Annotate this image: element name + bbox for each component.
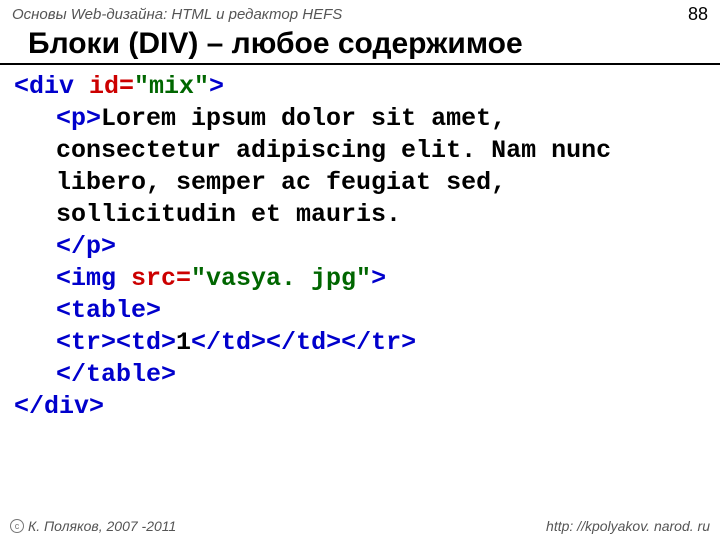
code-line: sollicitudin et mauris. <box>14 199 708 231</box>
code-line: <tr><td>1</td></td></tr> <box>14 327 708 359</box>
copyright: c К. Поляков, 2007 -2011 <box>10 518 176 534</box>
slide-header: Основы Web-дизайна: HTML и редактор HEFS… <box>0 0 720 27</box>
slide-footer: c К. Поляков, 2007 -2011 http: //kpolyak… <box>0 514 720 540</box>
title-block: Блоки (DIV) – любое содержимое <box>0 27 720 65</box>
copyright-icon: c <box>10 519 24 533</box>
code-line: </div> <box>14 391 708 423</box>
code-line: </table> <box>14 359 708 391</box>
breadcrumb: Основы Web-дизайна: HTML и редактор HEFS <box>12 6 342 23</box>
footer-url: http: //kpolyakov. narod. ru <box>546 518 710 534</box>
code-line: <img src="vasya. jpg"> <box>14 263 708 295</box>
page-number: 88 <box>688 4 708 25</box>
code-line: <p>Lorem ipsum dolor sit amet, <box>14 103 708 135</box>
copyright-text: К. Поляков, 2007 -2011 <box>28 518 176 534</box>
code-line: <table> <box>14 295 708 327</box>
code-line: </p> <box>14 231 708 263</box>
code-line: consectetur adipiscing elit. Nam nunc <box>14 135 708 167</box>
code-line: libero, semper ac feugiat sed, <box>14 167 708 199</box>
slide-title: Блоки (DIV) – любое содержимое <box>28 27 708 61</box>
code-example: <div id="mix"> <p>Lorem ipsum dolor sit … <box>0 65 720 423</box>
code-line: <div id="mix"> <box>14 71 708 103</box>
